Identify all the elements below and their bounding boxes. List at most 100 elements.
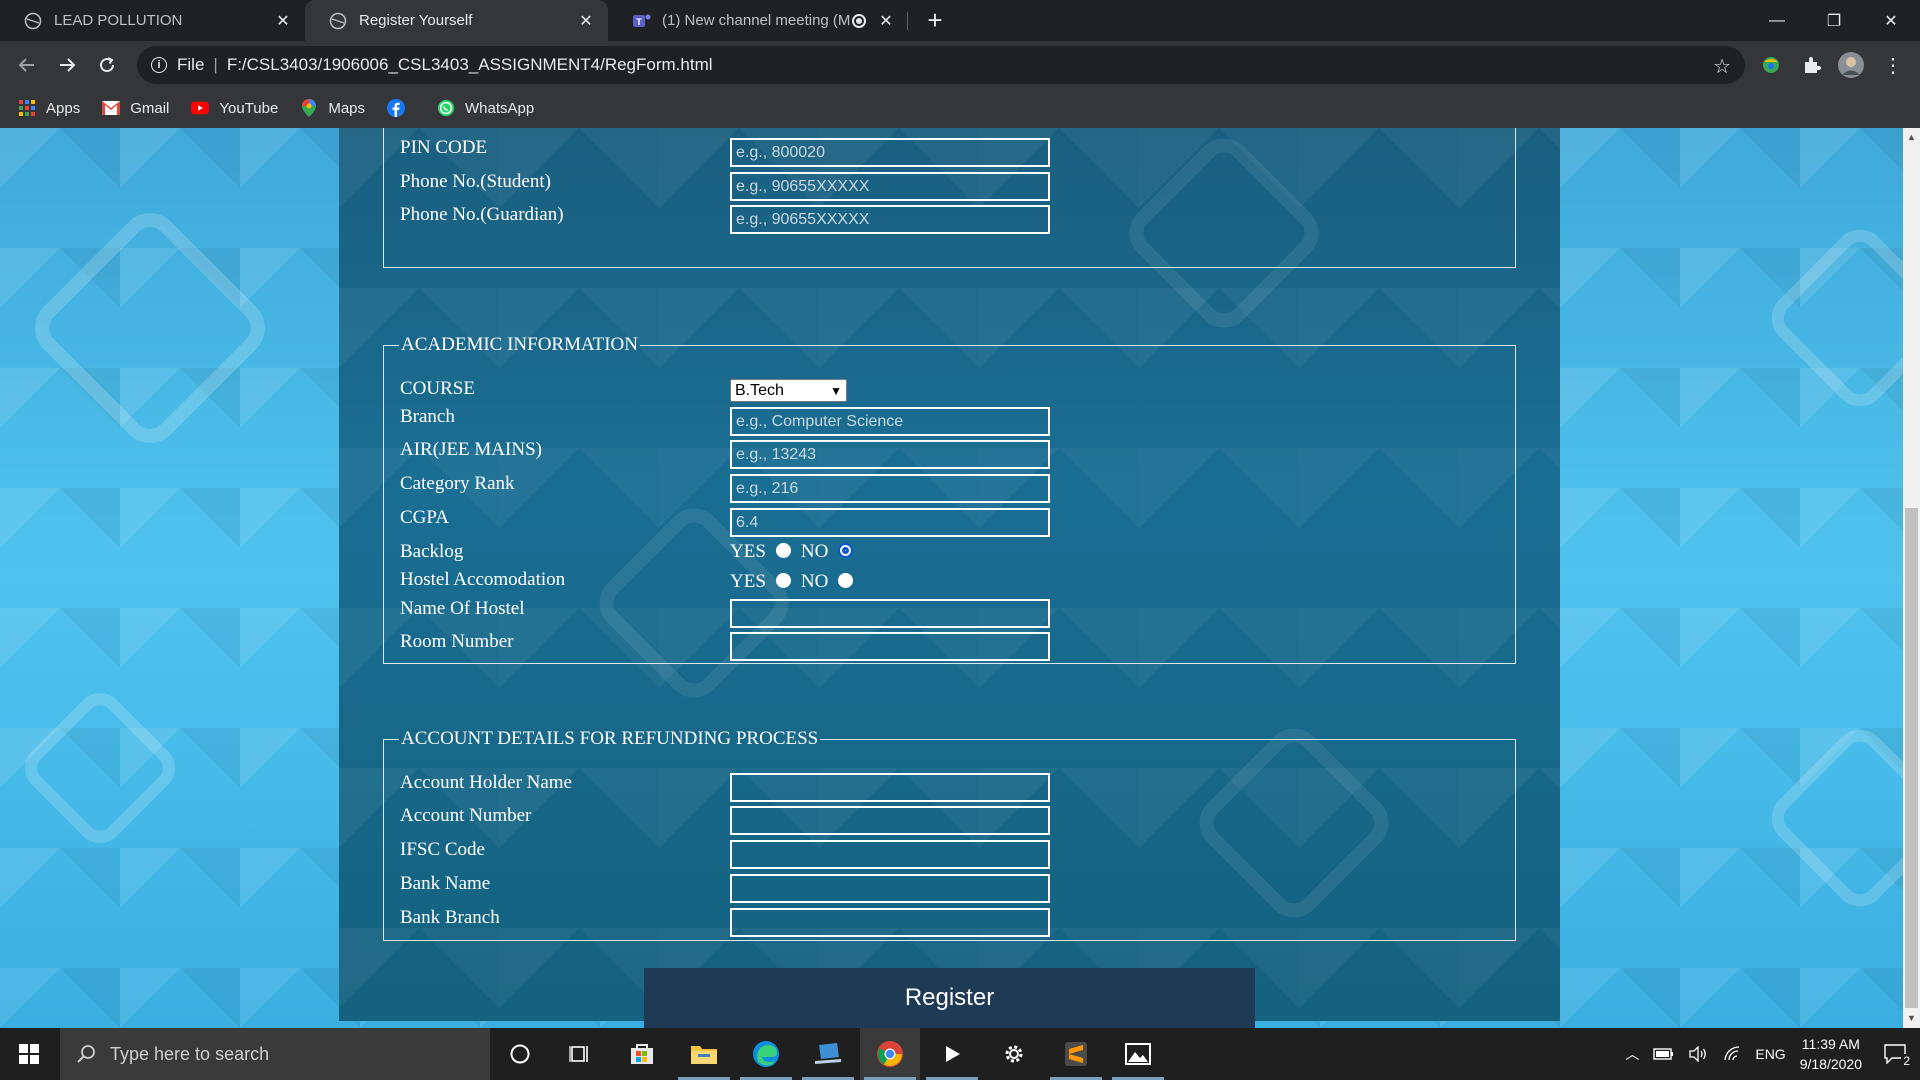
scrollbar-thumb[interactable] — [1905, 508, 1918, 1008]
task-view-icon[interactable] — [550, 1028, 610, 1080]
svg-text:T: T — [636, 17, 642, 27]
bank-branch-label: Bank Branch — [400, 907, 500, 928]
backlog-yes-label: YES — [730, 541, 766, 562]
settings-gear-icon[interactable] — [984, 1028, 1044, 1080]
course-select[interactable]: B.Tech ▼ — [730, 379, 847, 402]
wifi-icon[interactable] — [1723, 1046, 1741, 1062]
media-player-icon[interactable] — [922, 1028, 982, 1080]
backlog-no-radio[interactable] — [838, 542, 854, 558]
close-window-button[interactable]: ✕ — [1862, 0, 1920, 41]
battery-icon[interactable] — [1653, 1047, 1675, 1061]
phone-student-input[interactable]: e.g., 90655XXXXX — [730, 172, 1050, 201]
pin-code-input[interactable]: e.g., 800020 — [730, 138, 1050, 167]
pin-code-label: PIN CODE — [400, 137, 488, 158]
gmail-icon — [102, 99, 121, 117]
edge-browser-icon[interactable] — [736, 1028, 796, 1080]
phone-student-label: Phone No.(Student) — [400, 171, 551, 192]
phone-guardian-row: Phone No.(Guardian) e.g., 90655XXXXX — [400, 204, 1500, 234]
menu-kebab-icon[interactable]: ⋮ — [1880, 52, 1906, 78]
hostel-yes-radio[interactable] — [775, 572, 791, 588]
tab-title: Register Yourself — [359, 12, 473, 29]
room-number-input[interactable] — [730, 632, 1050, 661]
bookmark-youtube[interactable]: YouTube — [191, 99, 278, 117]
language-indicator[interactable]: ENG — [1755, 1046, 1785, 1062]
close-icon[interactable]: ✕ — [576, 11, 596, 31]
start-button[interactable] — [0, 1028, 58, 1080]
page-scrollbar[interactable]: ▲ ▼ — [1903, 128, 1920, 1028]
cortana-icon[interactable] — [490, 1028, 550, 1080]
microsoft-store-icon[interactable] — [612, 1028, 672, 1080]
room-number-label: Room Number — [400, 631, 514, 652]
bookmark-label: Gmail — [130, 99, 170, 117]
scroll-down-arrow-icon[interactable]: ▼ — [1907, 1014, 1916, 1023]
branch-placeholder: e.g., Computer Science — [736, 412, 904, 430]
forward-button[interactable] — [50, 48, 84, 82]
bookmark-facebook[interactable] — [387, 99, 415, 117]
notification-count: 2 — [1901, 1054, 1912, 1068]
arrow-left-icon — [18, 58, 34, 72]
ifsc-input[interactable] — [730, 840, 1050, 869]
branch-input[interactable]: e.g., Computer Science — [730, 407, 1050, 436]
laptop-app-icon[interactable] — [798, 1028, 858, 1080]
globe-icon — [24, 12, 42, 30]
close-icon[interactable]: ✕ — [273, 11, 293, 31]
tab-title: (1) New channel meeting (M — [662, 12, 851, 29]
info-icon[interactable]: i — [151, 57, 167, 73]
account-holder-input[interactable] — [730, 773, 1050, 802]
tab-lead-pollution[interactable]: LEAD POLLUTION ✕ — [0, 0, 305, 41]
bank-branch-input[interactable] — [730, 908, 1050, 937]
bookmark-star-icon[interactable]: ☆ — [1713, 54, 1731, 79]
bookmark-gmail[interactable]: Gmail — [102, 99, 169, 117]
youtube-icon — [191, 99, 210, 117]
chrome-icon[interactable] — [860, 1028, 920, 1080]
hostel-name-input[interactable] — [730, 599, 1050, 628]
minimize-button[interactable]: — — [1748, 0, 1806, 41]
academic-info-section: ACADEMIC INFORMATION COURSE B.Tech ▼ Bra… — [383, 334, 1516, 664]
bookmark-apps[interactable]: Apps — [18, 99, 80, 117]
system-clock[interactable]: 11:39 AM 9/18/2020 — [1800, 1034, 1862, 1074]
restore-button[interactable]: ❐ — [1805, 0, 1863, 41]
bookmark-label: Apps — [46, 99, 81, 117]
address-bar[interactable]: i File | F:/CSL3403/1906006_CSL3403_ASSI… — [137, 46, 1745, 84]
facebook-icon — [387, 99, 406, 117]
chevron-up-icon[interactable]: ︿ — [1625, 1044, 1639, 1064]
reload-button[interactable] — [90, 48, 124, 82]
course-row: COURSE B.Tech ▼ — [400, 378, 1500, 408]
branch-row: Branch e.g., Computer Science — [400, 406, 1500, 436]
back-button[interactable] — [10, 48, 44, 82]
register-button[interactable]: Register — [644, 968, 1255, 1028]
tab-register-yourself[interactable]: Register Yourself ✕ — [305, 0, 608, 41]
photos-app-icon[interactable] — [1108, 1028, 1168, 1080]
extension-colorful-icon[interactable] — [1758, 52, 1784, 78]
hostel-no-radio[interactable] — [838, 572, 854, 588]
course-selected-value: B.Tech — [735, 381, 784, 399]
taskbar-search-box[interactable]: Type here to search — [60, 1028, 490, 1080]
phone-guardian-input[interactable]: e.g., 90655XXXXX — [730, 205, 1050, 234]
tab-teams-meeting[interactable]: T (1) New channel meeting (M ✕ — [608, 0, 908, 41]
category-rank-input[interactable]: e.g., 216 — [730, 474, 1050, 503]
hostel-label: Hostel Accomodation — [400, 569, 566, 590]
file-explorer-icon[interactable] — [674, 1028, 734, 1080]
extensions-puzzle-icon[interactable] — [1799, 52, 1825, 78]
sublime-text-icon[interactable] — [1046, 1028, 1106, 1080]
bank-name-input[interactable] — [730, 874, 1050, 903]
scroll-up-arrow-icon[interactable]: ▲ — [1907, 133, 1916, 142]
windows-taskbar: Type here to search ︿ ENG 11:39 AM 9/18/… — [0, 1028, 1920, 1080]
bookmark-maps[interactable]: Maps — [300, 99, 365, 117]
watermark-logo-icon — [1761, 219, 1903, 417]
account-number-input[interactable] — [730, 806, 1050, 835]
category-rank-label: Category Rank — [400, 473, 515, 494]
new-tab-button[interactable]: + — [921, 5, 949, 35]
volume-icon[interactable] — [1689, 1046, 1709, 1062]
cgpa-input[interactable]: 6.4 — [730, 508, 1050, 537]
hostel-name-label: Name Of Hostel — [400, 598, 525, 619]
backlog-yes-radio[interactable] — [775, 542, 791, 558]
close-icon[interactable]: ✕ — [876, 11, 896, 31]
clock-time: 11:39 AM — [1801, 1036, 1860, 1052]
profile-avatar[interactable] — [1838, 52, 1864, 78]
bookmark-whatsapp[interactable]: WhatsApp — [437, 99, 534, 117]
air-input[interactable]: e.g., 13243 — [730, 440, 1050, 469]
account-holder-row: Account Holder Name — [400, 772, 1500, 802]
notifications-button[interactable]: 2 — [1884, 1044, 1912, 1068]
air-placeholder: e.g., 13243 — [736, 445, 817, 463]
